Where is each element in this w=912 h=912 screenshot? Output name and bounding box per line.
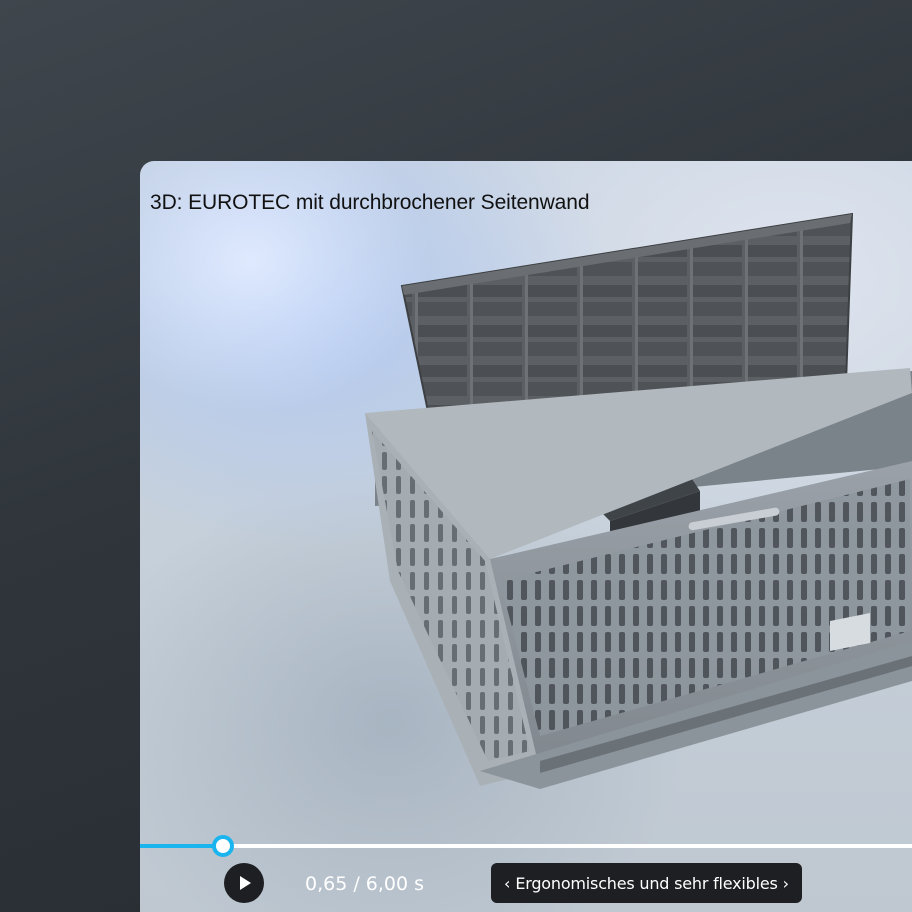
chapter-label: Ergonomisches und sehr flexibles xyxy=(515,873,778,893)
chevron-right-icon[interactable]: › xyxy=(778,874,794,893)
chevron-left-icon[interactable]: ‹ xyxy=(499,874,515,893)
time-readout: 0,65 / 6,00 s xyxy=(305,873,425,895)
timeline-handle[interactable] xyxy=(212,835,235,857)
3d-viewer[interactable]: 3D: EUROTEC mit durchbrochener Seitenwan… xyxy=(140,161,912,912)
play-icon xyxy=(240,876,251,890)
chapter-navigator: ‹ Ergonomisches und sehr flexibles › xyxy=(491,863,802,903)
timeline-track[interactable] xyxy=(140,835,912,857)
play-button[interactable] xyxy=(224,863,264,903)
crate-3d-model[interactable] xyxy=(140,161,912,841)
timeline-progress xyxy=(140,844,224,848)
